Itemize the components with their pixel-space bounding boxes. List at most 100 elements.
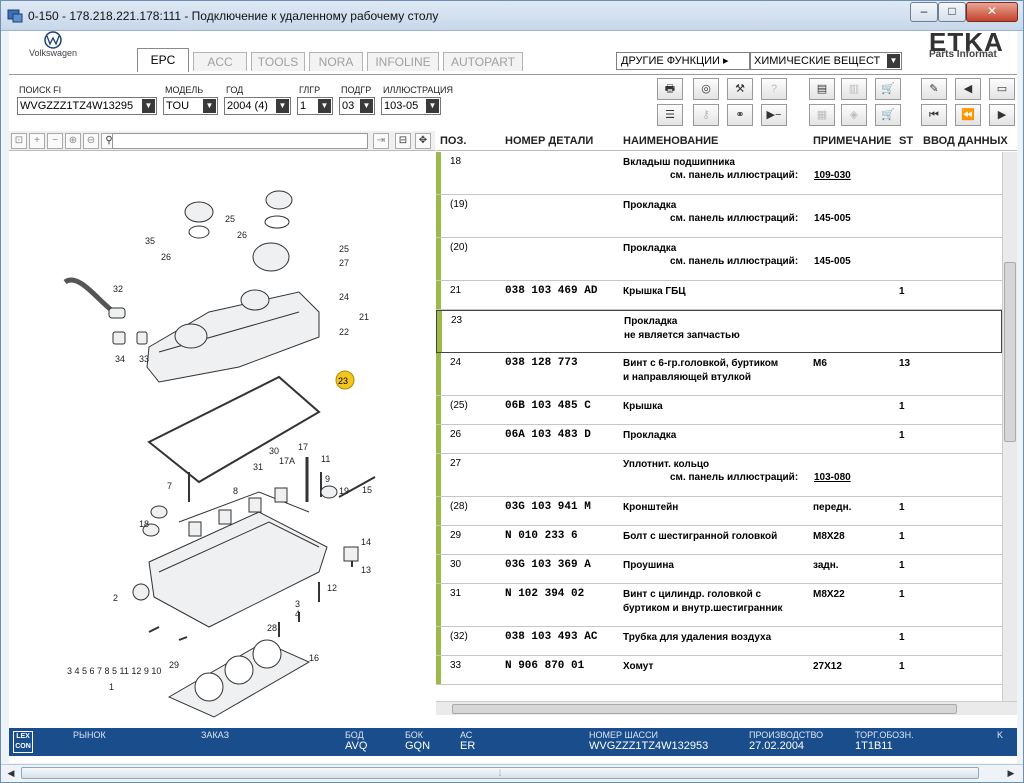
- col-name: НАИМЕНОВАНИЕ: [623, 135, 719, 147]
- window-horizontal-scrollbar[interactable]: ◀ ⦙ ▶: [1, 764, 1023, 781]
- row-ref-link[interactable]: 109-030: [814, 170, 851, 181]
- scroll-thumb[interactable]: [1004, 262, 1016, 442]
- row-st: 1: [899, 430, 905, 441]
- etka-subtitle: Parts Informat: [929, 49, 997, 60]
- zoom-out-icon[interactable]: −: [47, 133, 63, 149]
- table-row[interactable]: (28) 03G 103 941 M Кронштейн передн. 1: [436, 497, 1002, 526]
- layout-icon[interactable]: ⊟: [395, 133, 411, 149]
- row-pos: (19): [450, 199, 468, 210]
- row-name: Прокладка: [623, 200, 677, 211]
- copy-icon[interactable]: ▭: [989, 78, 1015, 100]
- row-part-number: 038 103 493 AC: [505, 631, 598, 643]
- chemicals-select[interactable]: ХИМИЧЕСКИЕ ВЕЩЕСТ ▼: [750, 52, 902, 70]
- tab-acc[interactable]: ACC: [193, 52, 247, 71]
- table-horizontal-scrollbar[interactable]: [436, 701, 1017, 715]
- scroll-right-icon[interactable]: ▶: [1003, 766, 1019, 780]
- tools-icon[interactable]: ⚒: [727, 78, 753, 100]
- row-st: 13: [899, 358, 911, 369]
- table-row[interactable]: 24 038 128 773 Винт с 6-гр.головкой, бурти…: [436, 353, 1002, 396]
- sub-group-select[interactable]: 03 ▼: [339, 97, 375, 115]
- row-name: Болт с шестигранной головкой: [623, 531, 778, 542]
- cart-icon[interactable]: 🛒: [875, 104, 901, 126]
- bod-value: AVQ: [345, 740, 368, 752]
- play-minus-icon[interactable]: ▶−: [761, 104, 787, 126]
- close-button[interactable]: ✕: [966, 2, 1018, 22]
- table-row[interactable]: 31 N 102 394 02 Винт с цилиндр. головкой с…: [436, 584, 1002, 627]
- svg-text:13: 13: [361, 565, 371, 575]
- table-row[interactable]: 30 03G 103 369 A Проушина задн. 1: [436, 555, 1002, 584]
- illustration-select[interactable]: 103-05 ▼: [381, 97, 441, 115]
- table-row[interactable]: (19) Прокладка см. панель иллюстраций: 145-…: [436, 195, 1002, 238]
- tab-tools[interactable]: TOOLS: [251, 52, 305, 71]
- row-ref-label: см. панель иллюстраций:: [670, 213, 799, 224]
- table-vertical-scrollbar[interactable]: [1002, 152, 1017, 701]
- elsa-icon[interactable]: ▤: [809, 78, 835, 100]
- table-row[interactable]: 21 038 103 469 AD Крышка ГБЦ 1: [436, 281, 1002, 310]
- diagram-bottom-label: 3 4 5 6 7 8 5 11 12 9 10: [67, 666, 161, 676]
- callout-23[interactable]: 23: [335, 370, 355, 390]
- split-icon[interactable]: ⇥: [373, 133, 389, 149]
- bicycle-icon[interactable]: ⚭: [727, 104, 753, 126]
- table-row[interactable]: 29 N 010 233 6 Болт с шестигранной головко…: [436, 526, 1002, 555]
- col-st: ST: [899, 135, 914, 147]
- table-row[interactable]: (25) 06B 103 485 C Крышка 1: [436, 396, 1002, 425]
- row-name: Прокладка: [623, 243, 677, 254]
- zoom-area-icon[interactable]: ⊕: [65, 133, 81, 149]
- back-icon[interactable]: ◀: [955, 78, 981, 100]
- minimize-button[interactable]: –: [910, 2, 938, 22]
- list-icon[interactable]: ☰: [657, 104, 683, 126]
- tab-nora[interactable]: NORA: [309, 52, 363, 71]
- scroll-thumb[interactable]: ⦙: [21, 767, 979, 779]
- tab-infoline[interactable]: INFOLINE: [367, 52, 439, 71]
- main-group-select[interactable]: 1 ▼: [297, 97, 333, 115]
- table-row[interactable]: (20) Прокладка см. панель иллюстраций: 145-…: [436, 238, 1002, 281]
- col-part-no: НОМЕР ДЕТАЛИ: [505, 135, 594, 147]
- svg-text:15: 15: [362, 485, 372, 495]
- model-select[interactable]: TOU ▼: [163, 97, 218, 115]
- year-select[interactable]: 2004 (4) ▼: [224, 97, 291, 115]
- row-note: M8X22: [813, 589, 845, 600]
- row-st: 1: [899, 502, 905, 513]
- other-functions-button[interactable]: ДРУГИЕ ФУНКЦИИ ▸: [616, 52, 750, 70]
- row-pos: 18: [450, 156, 462, 167]
- maximize-button[interactable]: □: [938, 2, 966, 22]
- row-pos: 23: [451, 315, 463, 326]
- svg-text:2: 2: [113, 593, 118, 603]
- svg-text:17A: 17A: [279, 456, 295, 466]
- row-pos: 29: [450, 530, 462, 541]
- tab-epc[interactable]: EPC: [137, 48, 189, 72]
- table-row[interactable]: 33 N 906 870 01 Хомут 27X12 1: [436, 656, 1002, 685]
- print-icon[interactable]: 🖶: [657, 78, 683, 100]
- prev-icon[interactable]: ⏪: [955, 104, 981, 126]
- col-input: ВВОД ДАННЫХ: [923, 135, 1008, 147]
- svg-text:32: 32: [113, 284, 123, 294]
- table-row[interactable]: (32) 038 103 493 AC Трубка для удаления во…: [436, 627, 1002, 656]
- table-row[interactable]: 27 Уплотнит. кольцо см. панель иллюстраций…: [436, 454, 1002, 497]
- exploded-parts-diagram[interactable]: 35 26 25 26 25 27 32 24 21 22 34 33 30 3…: [9, 152, 435, 728]
- scroll-thumb[interactable]: [452, 704, 957, 714]
- row-accent-bar: [436, 425, 441, 453]
- table-row[interactable]: 23 Прокладка не является запчастью: [436, 310, 1002, 353]
- expand-icon[interactable]: ✥: [415, 133, 431, 149]
- row-note: M6: [813, 358, 827, 369]
- row-accent-bar: [436, 152, 441, 194]
- pin-icon[interactable]: ✎: [921, 78, 947, 100]
- cart-add-icon[interactable]: 🛒: [875, 78, 901, 100]
- next-icon[interactable]: ▶: [989, 104, 1015, 126]
- illustration-search-input[interactable]: [112, 133, 368, 149]
- row-ref-link[interactable]: 103-080: [814, 472, 851, 483]
- first-icon[interactable]: ⏮: [921, 104, 947, 126]
- tab-autopart[interactable]: AUTOPART: [443, 52, 523, 71]
- table-row[interactable]: 18 Вкладыш подшипника см. панель иллюстрац…: [436, 152, 1002, 195]
- row-st: 1: [899, 589, 905, 600]
- title-bar: 0-150 - 178.218.221.178:111 - Подключени…: [1, 1, 1023, 31]
- table-row[interactable]: 26 06A 103 483 D Прокладка 1: [436, 425, 1002, 454]
- svg-text:24: 24: [339, 292, 349, 302]
- row-note: передн.: [813, 502, 852, 513]
- disc-icon[interactable]: ◎: [693, 78, 719, 100]
- zoom-in-icon[interactable]: +: [29, 133, 45, 149]
- scroll-left-icon[interactable]: ◀: [3, 766, 19, 780]
- search-fi-input[interactable]: WVGZZZ1TZ4W13295 ▼: [17, 97, 157, 115]
- zoom-reset-icon[interactable]: ⊖: [83, 133, 99, 149]
- zoom-fit-icon[interactable]: ⊡: [11, 133, 27, 149]
